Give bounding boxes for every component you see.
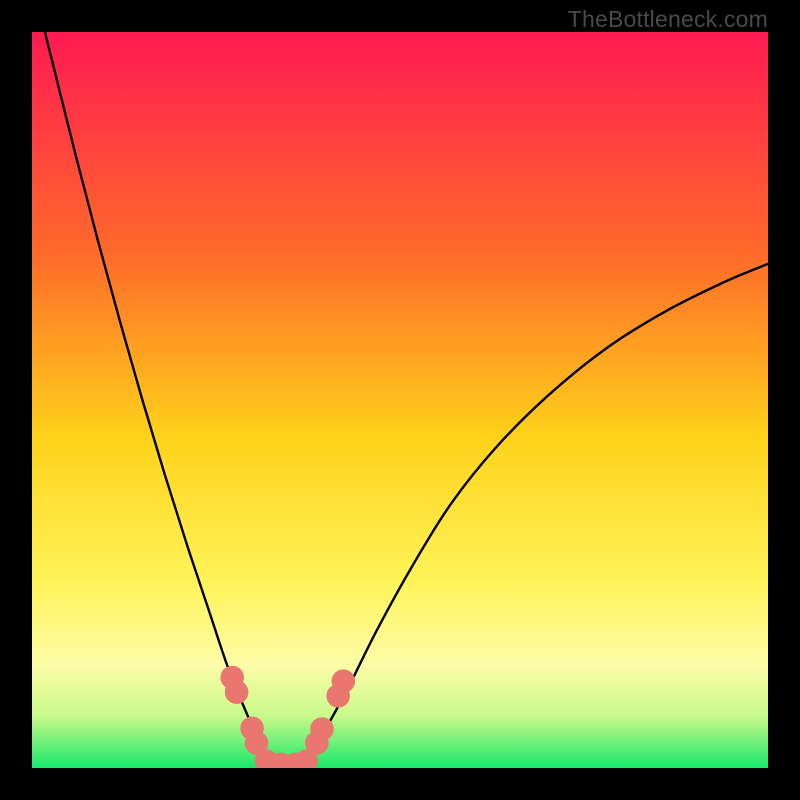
- trough-marker: [332, 669, 356, 693]
- chart-plot: [32, 32, 768, 768]
- chart-container: TheBottleneck.com: [0, 0, 800, 800]
- watermark-text: TheBottleneck.com: [568, 6, 768, 33]
- trough-marker: [310, 717, 334, 741]
- trough-marker: [225, 680, 249, 704]
